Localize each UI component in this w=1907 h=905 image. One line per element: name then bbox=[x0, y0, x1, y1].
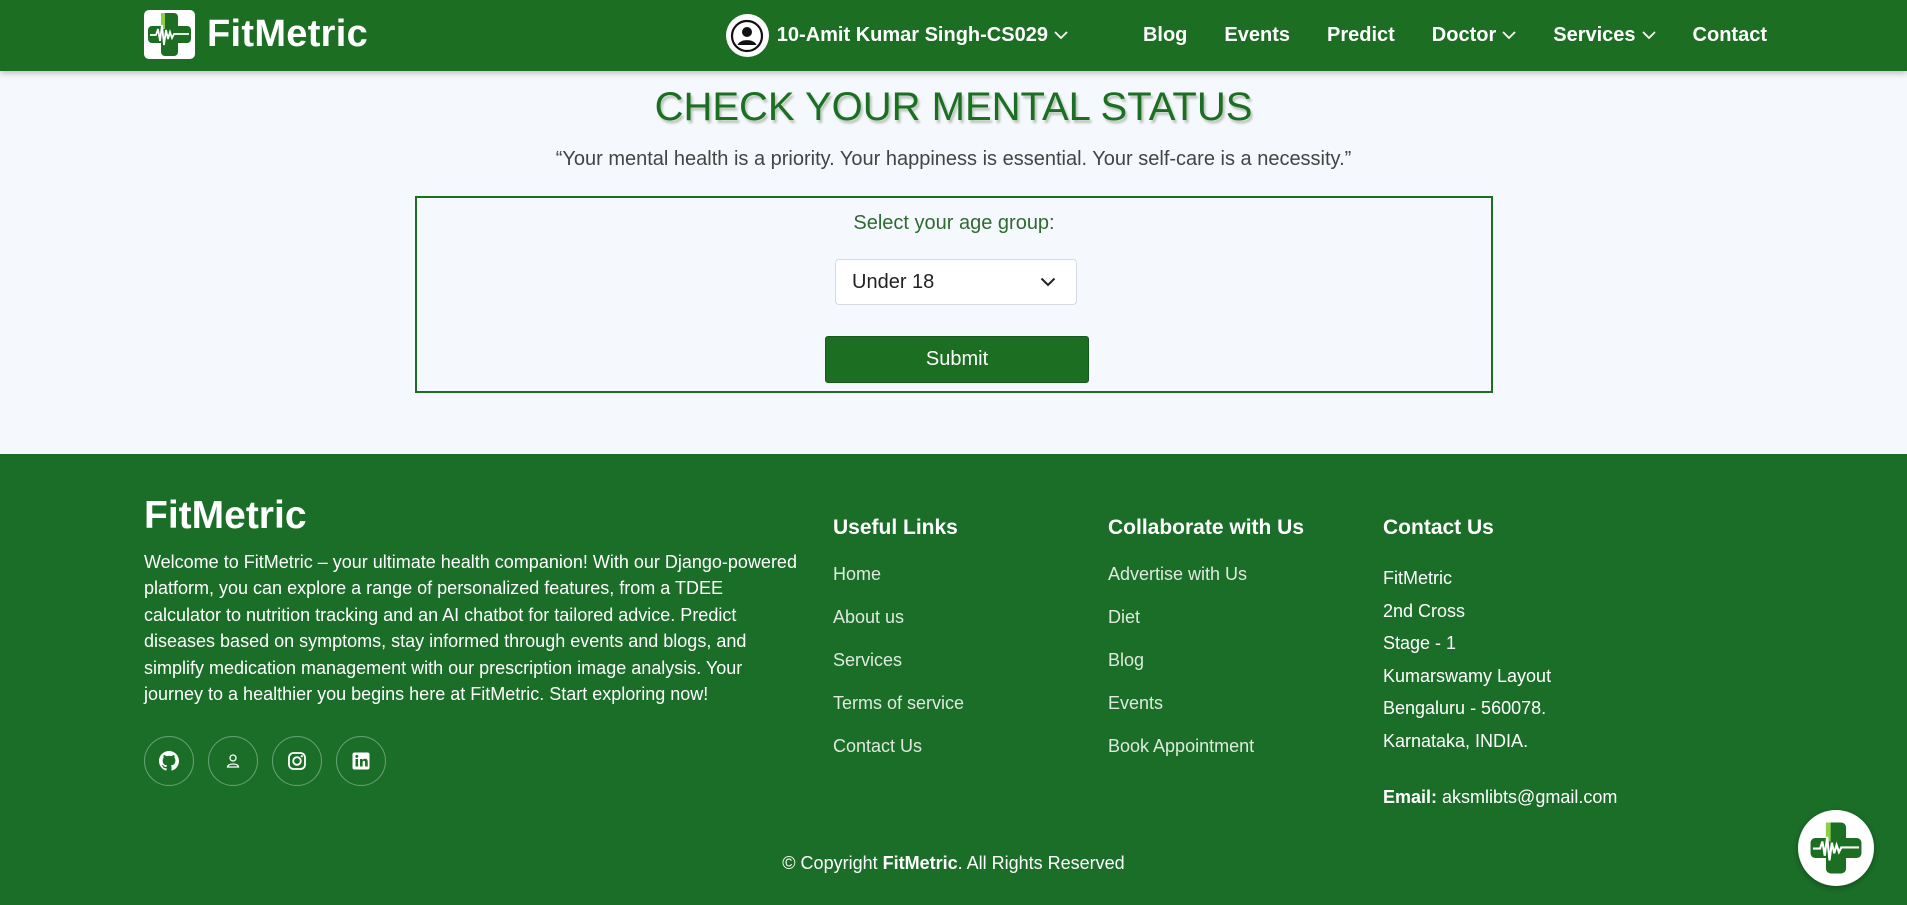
footer-link-contact[interactable]: Contact Us bbox=[833, 733, 964, 759]
collaborate-column: Collaborate with Us Advertise with Us Di… bbox=[1108, 516, 1304, 759]
address-line: Bengaluru - 560078. bbox=[1383, 698, 1547, 718]
nav-label-services: Services bbox=[1553, 24, 1636, 46]
nav-item-events[interactable]: Events bbox=[1224, 24, 1290, 47]
social-links bbox=[144, 736, 400, 786]
nav-label-contact: Contact bbox=[1692, 24, 1767, 46]
footer-link-diet[interactable]: Diet bbox=[1108, 604, 1304, 630]
instagram-icon bbox=[288, 752, 306, 770]
footer-link-services[interactable]: Services bbox=[833, 647, 964, 673]
footer-link-advertise[interactable]: Advertise with Us bbox=[1108, 561, 1304, 587]
nav-label-doctor: Doctor bbox=[1431, 24, 1497, 46]
user-name: 10-Amit Kumar Singh-CS029 bbox=[776, 24, 1048, 46]
nav-label-events: Events bbox=[1224, 24, 1290, 46]
address-line: FitMetric bbox=[1383, 568, 1452, 588]
footer-description: Welcome to FitMetric – your ultimate hea… bbox=[144, 552, 797, 705]
nav-label-blog: Blog bbox=[1142, 24, 1188, 46]
chevron-down-icon bbox=[1641, 31, 1656, 40]
nav-item-contact[interactable]: Contact bbox=[1693, 24, 1767, 47]
profile-link[interactable] bbox=[208, 736, 258, 786]
linkedin-icon bbox=[352, 752, 370, 770]
address-line: Kumarswamy Layout bbox=[1383, 665, 1552, 686]
chevron-down-icon bbox=[1054, 31, 1068, 40]
address-line: Karnataka, INDIA. bbox=[1383, 730, 1529, 751]
footer: FitMetric Welcome to FitMetric – your ul… bbox=[0, 454, 1907, 905]
top-navbar: FitMetric 10-Amit Kumar Singh-CS029 Blog… bbox=[0, 0, 1907, 71]
brand-name: FitMetric bbox=[207, 13, 369, 55]
copyright-prefix: © Copyright bbox=[782, 853, 883, 873]
main-nav: 10-Amit Kumar Singh-CS029 Blog Events Pr… bbox=[725, 0, 1767, 71]
email-address[interactable]: aksmlibts@gmail.com bbox=[1442, 787, 1617, 807]
chatbot-button[interactable] bbox=[1798, 810, 1874, 886]
page-title: CHECK YOUR MENTAL STATUS bbox=[654, 85, 1253, 129]
address-line: Stage - 1 bbox=[1383, 633, 1457, 653]
chatbot-logo-icon bbox=[1810, 822, 1862, 874]
copyright-suffix: . All Rights Reserved bbox=[957, 853, 1125, 873]
nav-item-predict[interactable]: Predict bbox=[1327, 24, 1395, 47]
footer-link-terms[interactable]: Terms of service bbox=[833, 690, 964, 716]
footer-brand: FitMetric bbox=[144, 494, 307, 537]
nav-item-blog[interactable]: Blog bbox=[1143, 24, 1187, 47]
contact-email: Email: aksmlibts@gmail.com bbox=[1383, 787, 1617, 808]
github-link[interactable] bbox=[144, 736, 194, 786]
fitmetric-logo-icon bbox=[144, 10, 195, 59]
nav-item-services[interactable]: Services bbox=[1553, 24, 1656, 47]
footer-link-about[interactable]: About us bbox=[833, 604, 964, 630]
contact-column: Contact Us FitMetric 2nd Cross Stage - 1… bbox=[1383, 516, 1617, 808]
submit-button[interactable]: Submit bbox=[825, 336, 1089, 383]
nav-label-predict: Predict bbox=[1326, 24, 1395, 46]
footer-link-home[interactable]: Home bbox=[833, 561, 964, 587]
useful-links-column: Useful Links Home About us Services Term… bbox=[833, 516, 964, 759]
copyright: © Copyright FitMetric. All Rights Reserv… bbox=[0, 853, 1907, 874]
github-icon bbox=[159, 751, 179, 771]
linkedin-link[interactable] bbox=[336, 736, 386, 786]
age-group-label: Select your age group: bbox=[853, 212, 1055, 234]
footer-link-book-appointment[interactable]: Book Appointment bbox=[1108, 733, 1304, 759]
page-quote: “Your mental health is a priority. Your … bbox=[555, 148, 1352, 170]
instagram-link[interactable] bbox=[272, 736, 322, 786]
contact-address: FitMetric 2nd Cross Stage - 1 Kumarswamy… bbox=[1383, 562, 1617, 757]
nav-item-doctor[interactable]: Doctor bbox=[1432, 24, 1516, 47]
address-line: 2nd Cross bbox=[1383, 600, 1466, 621]
person-icon bbox=[226, 754, 240, 768]
brand-link[interactable]: FitMetric bbox=[144, 10, 368, 59]
copyright-brand: FitMetric bbox=[882, 853, 958, 873]
user-menu-toggle[interactable]: 10-Amit Kumar Singh-CS029 bbox=[725, 14, 1068, 57]
age-group-select[interactable]: Under 18 bbox=[835, 259, 1077, 305]
age-group-form: Select your age group: Under 18 Submit bbox=[415, 196, 1493, 393]
useful-links-heading: Useful Links bbox=[833, 516, 958, 539]
chevron-down-icon bbox=[1040, 277, 1056, 287]
user-circle-icon bbox=[725, 14, 769, 57]
chevron-down-icon bbox=[1502, 31, 1516, 40]
contact-heading: Contact Us bbox=[1383, 516, 1494, 539]
footer-link-events[interactable]: Events bbox=[1108, 690, 1304, 716]
email-label: Email: bbox=[1383, 787, 1438, 807]
footer-link-blog[interactable]: Blog bbox=[1108, 647, 1304, 673]
age-group-selected-value: Under 18 bbox=[852, 270, 935, 293]
collaborate-heading: Collaborate with Us bbox=[1108, 516, 1305, 539]
